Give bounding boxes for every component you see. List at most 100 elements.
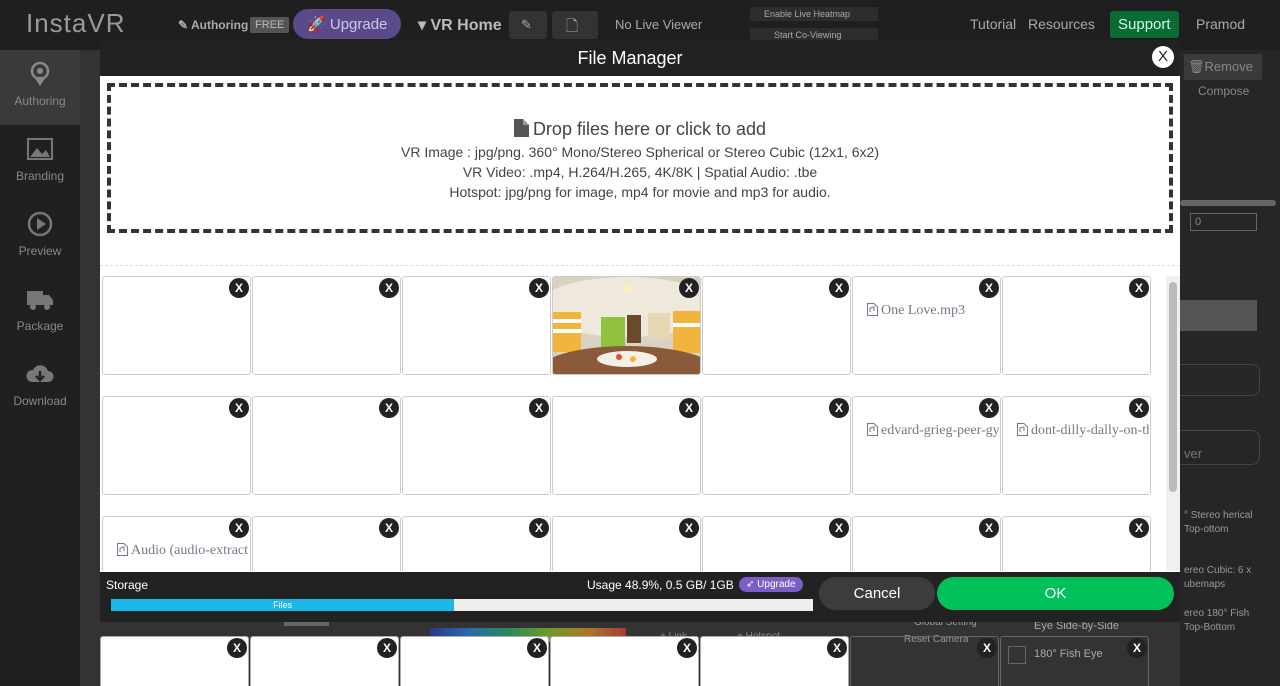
dropzone[interactable]: Drop files here or click to add VR Image… (107, 83, 1173, 233)
dropzone-title: Drop files here or click to add (111, 119, 1169, 140)
sidebar-item-download[interactable]: Download (0, 350, 80, 425)
user-menu[interactable]: Pramod (1196, 16, 1245, 32)
file-tile[interactable]: X (1002, 276, 1151, 375)
file-tile[interactable]: X (250, 636, 399, 686)
file-tile-audio[interactable]: dont-dilly-dally-on-the X (1002, 396, 1151, 495)
remove-file-button[interactable]: X (229, 398, 249, 418)
file-tile-audio[interactable]: edvard-grieg-peer-gynt X (852, 396, 1001, 495)
file-tile-audio[interactable]: Audio (audio-extract X (102, 516, 251, 571)
remove-file-button[interactable]: X (227, 638, 247, 658)
authoring-link[interactable]: ✎ Authoring (178, 18, 248, 32)
sidebar-item-package[interactable]: Package (0, 275, 80, 350)
file-tile[interactable]: X (100, 636, 249, 686)
stereo-fisheye-option[interactable]: ereo 180° Fish Top-Bottom (1184, 607, 1262, 635)
tutorial-link[interactable]: Tutorial (970, 16, 1016, 32)
file-tile[interactable]: X (400, 636, 549, 686)
storage-upgrade-button[interactable]: ➶ Upgrade (739, 577, 803, 592)
remove-button[interactable]: 🗑Remove (1184, 54, 1262, 80)
remove-label: Remove (1204, 59, 1253, 74)
enable-heatmap-button[interactable]: Enable Live Heatmap (750, 7, 878, 21)
file-tile[interactable]: X (1000, 636, 1149, 686)
file-tile[interactable]: X (252, 396, 401, 495)
add-page-button[interactable]: 🗋 (552, 11, 598, 39)
remove-file-button[interactable]: X (529, 278, 549, 298)
remove-file-button[interactable]: X (829, 278, 849, 298)
file-tile[interactable]: X (852, 516, 1001, 571)
selected-option[interactable] (1180, 300, 1257, 331)
remove-file-button[interactable]: X (979, 518, 999, 538)
file-tile-image[interactable]: X (552, 276, 701, 375)
file-tile[interactable]: X (402, 276, 551, 375)
remove-file-button[interactable]: X (677, 638, 697, 658)
remove-file-button[interactable]: X (229, 518, 249, 538)
slider[interactable] (1180, 200, 1276, 206)
file-manager-modal: File Manager X Drop files here or click … (100, 40, 1180, 622)
compose-button[interactable]: Compose (1198, 84, 1249, 98)
file-tile[interactable]: X (702, 396, 851, 495)
remove-file-button[interactable]: X (529, 518, 549, 538)
edit-button[interactable]: ✎ (509, 11, 547, 39)
file-tile-audio[interactable]: One Love.mp3 X (852, 276, 1001, 375)
option-box[interactable]: ver (1180, 430, 1260, 465)
remove-file-button[interactable]: X (529, 398, 549, 418)
resources-dropdown[interactable]: Resources (1028, 16, 1095, 32)
upgrade-label: Upgrade (757, 579, 796, 590)
sidebar-item-preview[interactable]: Preview (0, 200, 80, 275)
live-viewer-toggle[interactable]: No Live Viewer (615, 17, 702, 32)
file-tile[interactable]: X (102, 276, 251, 375)
file-tile[interactable]: X (552, 396, 701, 495)
remove-file-button[interactable]: X (979, 278, 999, 298)
remove-file-button[interactable]: X (977, 638, 997, 658)
file-tile[interactable]: X (252, 516, 401, 571)
remove-file-button[interactable]: X (829, 398, 849, 418)
remove-file-button[interactable]: X (1129, 398, 1149, 418)
remove-file-button[interactable]: X (229, 278, 249, 298)
file-tile[interactable]: X (702, 516, 851, 571)
remove-file-button[interactable]: X (979, 398, 999, 418)
remove-file-button[interactable]: X (379, 398, 399, 418)
file-tile[interactable]: X (402, 516, 551, 571)
scrollbar[interactable] (1166, 276, 1180, 571)
scrollbar-thumb[interactable] (1169, 282, 1177, 492)
dropzone-title-text: Drop files here or click to add (532, 119, 767, 139)
cancel-button[interactable]: Cancel (819, 577, 935, 610)
file-tile[interactable]: X (252, 276, 401, 375)
number-field[interactable]: 0 (1190, 213, 1257, 231)
sidebar-item-authoring[interactable]: Authoring (0, 50, 80, 125)
remove-file-button[interactable]: X (377, 638, 397, 658)
add-file-icon: 🗋 (566, 18, 579, 35)
rocket-icon: ➶ (746, 579, 758, 590)
remove-file-button[interactable]: X (1129, 278, 1149, 298)
file-tile[interactable]: X (102, 396, 251, 495)
file-tile[interactable]: X (702, 276, 851, 375)
file-tile[interactable]: X (552, 516, 701, 571)
sidebar-label: Branding (15, 169, 65, 183)
file-name-text: dont-dilly-dally-on-the (1031, 423, 1149, 438)
sidebar-item-branding[interactable]: Branding (0, 125, 80, 200)
ok-button[interactable]: OK (937, 577, 1174, 610)
support-button[interactable]: Support (1110, 11, 1179, 38)
dropzone-hint: Hotspot: jpg/png for image, mp4 for movi… (449, 184, 831, 200)
close-button[interactable]: X (1152, 46, 1174, 68)
file-tile[interactable]: X (850, 636, 999, 686)
stereo-spherical-option[interactable]: ° Stereo herical Top-ottom (1184, 509, 1254, 537)
file-tile[interactable]: X (550, 636, 699, 686)
remove-file-button[interactable]: X (379, 278, 399, 298)
remove-file-button[interactable]: X (1127, 638, 1147, 658)
remove-file-button[interactable]: X (679, 518, 699, 538)
remove-file-button[interactable]: X (827, 638, 847, 658)
truck-icon (27, 291, 53, 310)
remove-file-button[interactable]: X (829, 518, 849, 538)
file-tile[interactable]: X (700, 636, 849, 686)
file-tile[interactable]: X (1002, 516, 1151, 571)
upgrade-button[interactable]: 🚀 Upgrade (293, 9, 402, 39)
remove-file-button[interactable]: X (379, 518, 399, 538)
option-box[interactable] (1180, 364, 1260, 396)
remove-file-button[interactable]: X (679, 398, 699, 418)
remove-file-button[interactable]: X (1129, 518, 1149, 538)
file-tile[interactable]: X (402, 396, 551, 495)
remove-file-button[interactable]: X (679, 278, 699, 298)
project-dropdown[interactable]: ▾ VR Home (418, 15, 502, 35)
remove-file-button[interactable]: X (527, 638, 547, 658)
stereo-cubic-option[interactable]: ereo Cubic: 6 x ubemaps (1184, 564, 1254, 592)
